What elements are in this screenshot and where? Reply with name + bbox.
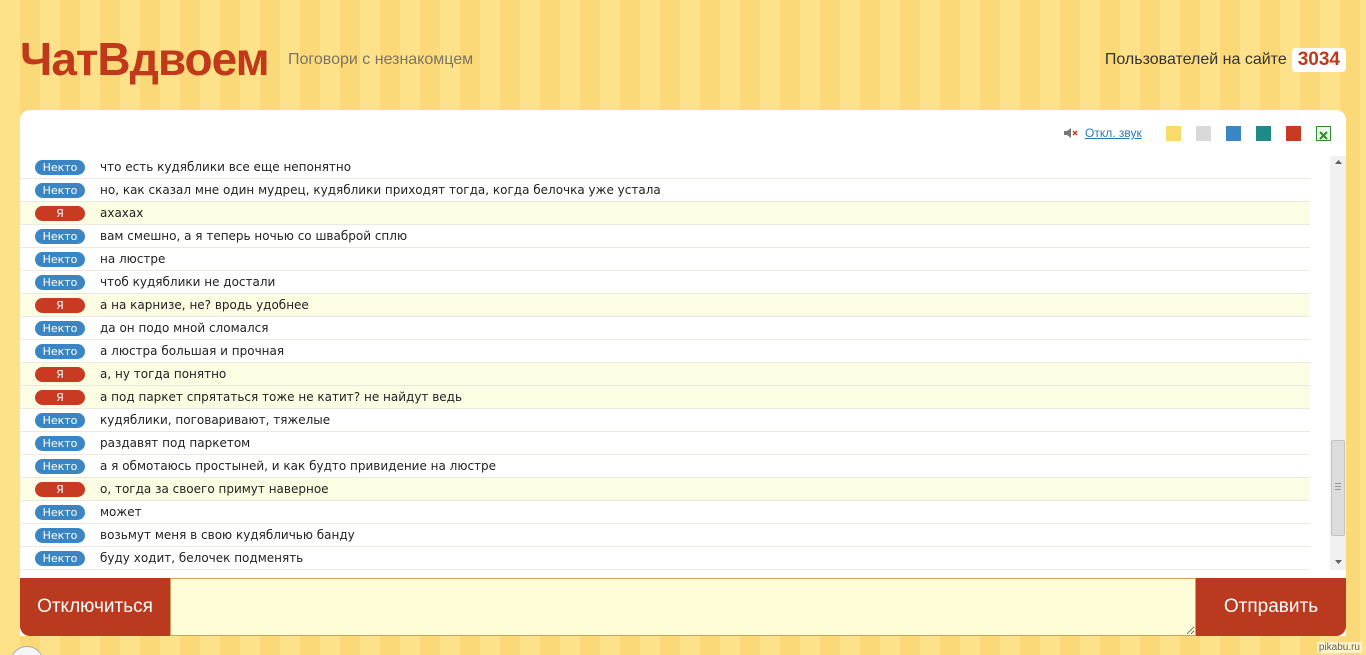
scroll-down-arrow-icon[interactable] <box>1330 556 1346 570</box>
chat-message: Некто может <box>20 501 1310 524</box>
sender-badge-me: Я <box>35 206 85 221</box>
theme-swatch-blue[interactable] <box>1226 126 1241 141</box>
message-text: кудяблики, поговаривают, тяжелые <box>100 413 331 427</box>
sound-toggle-link[interactable]: Откл. звук <box>1085 126 1142 140</box>
chat-message: Яахахах <box>20 202 1310 225</box>
sender-badge-stranger: Некто <box>35 459 85 474</box>
chat-scrollbar[interactable] <box>1330 156 1346 570</box>
sender-badge-me: Я <box>35 367 85 382</box>
users-online-count: 3034 <box>1291 48 1346 72</box>
chat-panel: Откл. звук Некто что есть кудяблики все е… <box>20 110 1346 636</box>
speaker-muted-icon[interactable] <box>1063 127 1079 139</box>
message-text: а люстра большая и прочная <box>100 344 285 358</box>
chat-message: Некто на люстре <box>20 248 1310 271</box>
chat-message: Некто буду ходит, белочек подменять <box>20 547 1310 570</box>
chat-message: Яа под паркет спрятаться тоже не катит? … <box>20 386 1310 409</box>
message-text: чтоб кудяблики не достали <box>100 275 276 289</box>
sender-badge-me: Я <box>35 298 85 313</box>
message-bar: Отключиться Отправить <box>20 578 1346 636</box>
message-text: что есть кудяблики все еще непонятно <box>100 160 352 174</box>
sound-toggle[interactable]: Откл. звук <box>1063 126 1142 140</box>
chat-message: Некто возьмут меня в свою кудябличью банд… <box>20 524 1310 547</box>
site-tagline: Поговори с незнакомцем <box>288 51 474 68</box>
message-input[interactable] <box>170 578 1196 636</box>
message-text: буду ходит, белочек подменять <box>100 551 304 565</box>
message-text: а я обмотаюсь простыней, и как будто при… <box>100 459 497 473</box>
chat-message: Некто да он подо мной сломался <box>20 317 1310 340</box>
sender-badge-stranger: Некто <box>35 344 85 359</box>
message-text: а под паркет спрятаться тоже не катит? н… <box>100 390 463 404</box>
sender-badge-stranger: Некто <box>35 551 85 566</box>
chat-message: Некто раздавят под паркетом <box>20 432 1310 455</box>
theme-swatch-red[interactable] <box>1286 126 1301 141</box>
message-text: раздавят под паркетом <box>100 436 251 450</box>
scroll-up-arrow-icon[interactable] <box>1330 156 1346 170</box>
theme-swatch-yellow[interactable] <box>1166 126 1181 141</box>
sender-badge-stranger: Некто <box>35 321 85 336</box>
site-logo[interactable]: ЧатВдвоем <box>20 34 270 84</box>
scrollbar-grip-icon <box>1335 483 1341 491</box>
header: ЧатВдвоем Поговори с незнакомцем Пользов… <box>0 0 1366 108</box>
chat-message: Яа, ну тогда понятно <box>20 363 1310 386</box>
theme-swatch-teal[interactable] <box>1256 126 1271 141</box>
message-text: но, как сказал мне один мудрец, кудяблик… <box>100 183 661 197</box>
theme-swatch-gray[interactable] <box>1196 126 1211 141</box>
sender-badge-stranger: Некто <box>35 229 85 244</box>
chat-message: Некто но, как сказал мне один мудрец, куд… <box>20 179 1310 202</box>
chat-message: Некто чтоб кудяблики не достали <box>20 271 1310 294</box>
chat-message: Некто что есть кудяблики все еще непонятн… <box>20 156 1310 179</box>
sender-badge-stranger: Некто <box>35 160 85 175</box>
message-text: а, ну тогда понятно <box>100 367 227 381</box>
sender-badge-me: Я <box>35 482 85 497</box>
chat-message: Некто а я обмотаюсь простыней, и как будт… <box>20 455 1310 478</box>
excel-icon[interactable] <box>1316 126 1331 141</box>
chat-log[interactable]: Некто что есть кудяблики все еще непонятн… <box>20 156 1346 570</box>
sender-badge-me: Я <box>35 390 85 405</box>
message-text: ахахах <box>100 206 144 220</box>
users-online: Пользователей на сайте 3034 <box>1105 48 1346 72</box>
chat-toolbar: Откл. звук <box>20 110 1346 156</box>
message-text: о, тогда за своего примут наверное <box>100 482 329 496</box>
message-text: может <box>100 505 142 519</box>
message-text: а на карнизе, не? вродь удобнее <box>100 298 309 312</box>
message-text: на люстре <box>100 252 166 266</box>
sender-badge-stranger: Некто <box>35 528 85 543</box>
sender-badge-stranger: Некто <box>35 436 85 451</box>
message-text: вам смешно, а я теперь ночью со шваброй … <box>100 229 408 243</box>
message-text: возьмут меня в свою кудябличью банду <box>100 528 355 542</box>
disconnect-button[interactable]: Отключиться <box>20 578 170 636</box>
sender-badge-stranger: Некто <box>35 275 85 290</box>
sender-badge-stranger: Некто <box>35 413 85 428</box>
sender-badge-stranger: Некто <box>35 183 85 198</box>
sender-badge-stranger: Некто <box>35 252 85 267</box>
chat-message: Некто кудяблики, поговаривают, тяжелые <box>20 409 1310 432</box>
corner-widget <box>10 646 44 655</box>
send-button[interactable]: Отправить <box>1196 578 1346 636</box>
chat-message: Яо, тогда за своего примут наверное <box>20 478 1310 501</box>
scrollbar-thumb[interactable] <box>1331 440 1345 536</box>
watermark: pikabu.ru <box>1316 642 1362 653</box>
message-text: да он подо мной сломался <box>100 321 269 335</box>
sender-badge-stranger: Некто <box>35 505 85 520</box>
chat-message: Некто а люстра большая и прочная <box>20 340 1310 363</box>
users-online-label: Пользователей на сайте <box>1104 51 1287 68</box>
chat-message: Яа на карнизе, не? вродь удобнее <box>20 294 1310 317</box>
chat-message: Некто вам смешно, а я теперь ночью со шва… <box>20 225 1310 248</box>
